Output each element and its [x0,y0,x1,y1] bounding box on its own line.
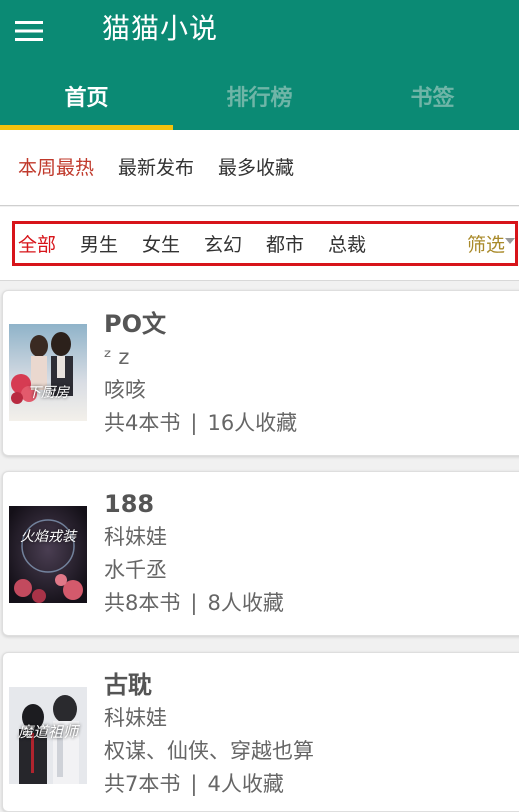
filter-fantasy[interactable]: 玄幻 [204,233,242,257]
book-favorites: 8人收藏 [207,591,284,615]
book-count: 共7本书 [104,772,181,796]
tab-ranking-label: 排行榜 [226,86,293,111]
book-favorites: 4人收藏 [207,772,284,796]
book-count: 共8本书 [104,591,181,615]
filter-male[interactable]: 男生 [80,233,118,257]
book-author: ᶻ z [104,345,130,369]
dropdown-caret-icon [505,238,515,244]
book-title: PO文 [104,310,166,338]
filter-select[interactable]: 筛选 [467,233,505,257]
tab-home[interactable]: 首页 [0,62,173,130]
stats-separator: | [190,591,198,615]
demon-master-cover: 魔道祖师 [9,687,87,784]
book-card[interactable]: 魔道祖师 古耽 科妹娃 权谋、仙侠、穿越也算 共7本书 | 4人收藏 [2,652,519,812]
tab-home-label: 首页 [64,86,109,111]
sort-bar: 本周最热 最新发布 最多收藏 [0,130,519,206]
book-stats: 共4本书 | 16人收藏 [104,408,297,438]
book-author: 科妹娃 [104,525,167,549]
book-info: 古耽 科妹娃 权谋、仙侠、穿越也算 共7本书 | 4人收藏 [104,670,314,799]
book-stats: 共8本书 | 8人收藏 [104,588,284,618]
book-title: 188 [104,490,155,518]
cover-text: 下厨房 [27,385,69,401]
filter-female[interactable]: 女生 [142,233,180,257]
hamburger-menu-icon [15,21,43,41]
book-count: 共4本书 [104,411,181,435]
filter-all[interactable]: 全部 [18,233,56,257]
romance-couple-cover: 下厨房 [9,324,87,421]
tab-bookmarks[interactable]: 书签 [346,62,519,130]
menu-button[interactable] [0,0,60,62]
stats-separator: | [190,411,198,435]
tab-ranking[interactable]: 排行榜 [173,62,346,130]
book-description: 权谋、仙侠、穿越也算 [104,739,314,763]
stats-separator: | [190,772,198,796]
filter-urban[interactable]: 都市 [266,233,304,257]
book-author: 科妹娃 [104,706,167,730]
book-card[interactable]: 下厨房 PO文 ᶻ z 咳咳 共4本书 | 16人收藏 [2,290,519,456]
book-info: 188 科妹娃 水千丞 共8本书 | 8人收藏 [104,489,284,618]
cover-text: 火焰戎装 [20,529,76,545]
main-tabs: 首页 排行榜 书签 [0,62,519,130]
book-favorites: 16人收藏 [207,411,298,435]
sort-weekly-hot[interactable]: 本周最热 [18,156,94,180]
sort-most-favorited[interactable]: 最多收藏 [218,156,294,180]
book-title: 古耽 [104,671,152,699]
sort-latest[interactable]: 最新发布 [118,156,194,180]
filter-bar: 全部 男生 女生 玄幻 都市 总裁 筛选 [0,207,519,281]
filter-ceo[interactable]: 总裁 [328,233,366,257]
book-card[interactable]: 火焰戎装 188 科妹娃 水千丞 共8本书 | 8人收藏 [2,471,519,636]
book-description: 水千丞 [104,558,167,582]
tab-bookmarks-label: 书签 [410,86,455,111]
app-title: 猫猫小说 [102,12,219,45]
flame-armor-cover: 火焰戎装 [9,506,87,603]
app-bar: 猫猫小说 [0,0,519,62]
book-stats: 共7本书 | 4人收藏 [104,769,314,799]
book-description: 咳咳 [104,378,146,402]
cover-text: 魔道祖师 [17,723,78,741]
filter-highlight-box: 全部 男生 女生 玄幻 都市 总裁 筛选 [12,221,518,266]
book-info: PO文 ᶻ z 咳咳 共4本书 | 16人收藏 [104,309,297,438]
